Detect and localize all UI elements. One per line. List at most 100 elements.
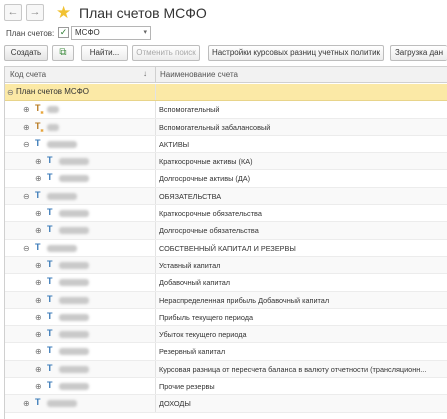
account-type-icon: Тн xyxy=(35,120,44,134)
expand-icon[interactable]: ⊕ xyxy=(35,278,42,287)
expand-icon[interactable]: ⊕ xyxy=(35,382,42,391)
account-type-icon: Т xyxy=(47,345,53,356)
account-name: Краткосрочные обязательства xyxy=(159,209,262,219)
account-type-icon: Т xyxy=(47,293,53,304)
column-divider xyxy=(155,239,156,256)
table-row[interactable]: ⊕ Т ДОХОДЫ xyxy=(5,395,447,413)
expand-icon[interactable]: ⊕ xyxy=(35,226,42,235)
table-row[interactable]: ⊖ Т СОБСТВЕННЫЙ КАПИТАЛ И РЕЗЕРВЫ xyxy=(5,239,447,257)
arrow-right-icon: → xyxy=(29,6,41,18)
column-header-code[interactable]: Код счета xyxy=(10,70,46,79)
account-code-redacted xyxy=(59,365,89,373)
page-title: План счетов МСФО xyxy=(79,5,207,21)
account-name: Прибыль текущего периода xyxy=(159,312,254,322)
table-row[interactable]: ⊕ Т Прочие резервы xyxy=(5,378,447,396)
table-row[interactable]: ⊕ Т Нераспределенная прибыль Добавочный ка… xyxy=(5,291,447,309)
account-name: Добавочный капитал xyxy=(159,278,231,288)
expand-icon[interactable]: ⊕ xyxy=(35,261,42,270)
table-row[interactable]: ⊕ Т Добавочный капитал xyxy=(5,274,447,292)
account-code-redacted xyxy=(47,244,77,252)
expand-icon[interactable]: ⊕ xyxy=(35,330,42,339)
account-code-redacted xyxy=(47,106,59,114)
column-divider xyxy=(155,308,156,326)
table-row-root[interactable]: ⊖ План счетов МСФО xyxy=(5,84,447,102)
account-code-redacted xyxy=(47,400,77,408)
collapse-icon[interactable]: ⊖ xyxy=(23,140,30,149)
expand-icon[interactable]: ⊕ xyxy=(23,123,30,132)
checkmark-icon: ✓ xyxy=(59,27,68,37)
account-type-icon: Т xyxy=(35,397,41,408)
chart-of-accounts-select[interactable]: МСФО ▾ xyxy=(71,26,151,40)
account-name: Вспомогательный xyxy=(159,105,220,115)
column-divider xyxy=(155,187,156,205)
account-code-redacted xyxy=(59,296,89,304)
sort-down-icon[interactable]: ↓ xyxy=(143,69,147,78)
expand-icon[interactable]: ⊕ xyxy=(35,313,42,322)
account-type-icon: Тн xyxy=(35,103,44,117)
table-row[interactable]: ⊕ Т Резервный капитал xyxy=(5,343,447,361)
create-button[interactable]: Создать xyxy=(4,45,48,61)
find-button[interactable]: Найти... xyxy=(81,45,128,61)
table-row[interactable]: ⊕ Т Прибыль текущего периода xyxy=(5,308,447,327)
collapse-icon[interactable]: ⊖ xyxy=(23,192,30,201)
arrow-left-icon: ← xyxy=(7,6,19,18)
table-row[interactable]: ⊖ Т АКТИВЫ xyxy=(5,135,447,154)
table-body: ⊖ План счетов МСФО ⊕ Тн Вспомогательный ⊕ Тн… xyxy=(5,84,447,413)
account-name: Вспомогательный забалансовый xyxy=(159,122,271,132)
collapse-icon[interactable]: ⊖ xyxy=(7,88,14,97)
expand-icon[interactable]: ⊕ xyxy=(35,296,42,305)
account-type-icon: Т xyxy=(35,241,41,252)
table-header: Код счета ↓ Наименование счета xyxy=(5,67,447,83)
chevron-down-icon: ▾ xyxy=(143,29,147,36)
table-row[interactable]: ⊕ Т Уставный капитал xyxy=(5,256,447,275)
table-row[interactable]: ⊕ Т Курсовая разница от пересчета баланса … xyxy=(5,360,447,379)
table-row[interactable]: ⊕ Т Долгосрочные активы (ДА) xyxy=(5,170,447,188)
column-divider xyxy=(155,84,156,101)
chart-of-accounts-label: План счетов: xyxy=(6,29,55,38)
account-code-redacted xyxy=(59,261,89,269)
table-row[interactable]: ⊕ Т Долгосрочные обязательства xyxy=(5,222,447,240)
account-name: Резервный капитал xyxy=(159,347,226,357)
account-code-redacted xyxy=(59,313,89,321)
account-code-redacted xyxy=(59,331,89,339)
column-divider xyxy=(155,343,156,360)
account-name: ДОХОДЫ xyxy=(159,399,191,409)
table-row[interactable]: ⊕ Т Убыток текущего периода xyxy=(5,326,447,344)
filter-checkbox[interactable]: ✓ xyxy=(58,27,69,38)
table-row[interactable]: ⊖ Т ОБЯЗАТЕЛЬСТВА xyxy=(5,187,447,206)
account-name: Прочие резервы xyxy=(159,382,215,392)
expand-icon[interactable]: ⊕ xyxy=(35,365,42,374)
column-divider[interactable] xyxy=(155,67,156,83)
table-row[interactable]: ⊕ Т Краткосрочные обязательства xyxy=(5,205,447,223)
account-code-redacted xyxy=(59,175,89,183)
table-row[interactable]: ⊕ Тн Вспомогательный xyxy=(5,101,447,119)
currency-settings-button[interactable]: Настройки курсовых разниц учетных полити… xyxy=(208,45,384,61)
table-row[interactable]: ⊕ Т Краткосрочные активы (КА) xyxy=(5,153,447,171)
back-button[interactable]: ← xyxy=(4,4,22,21)
account-type-icon: Т xyxy=(35,189,41,200)
expand-icon[interactable]: ⊕ xyxy=(35,174,42,183)
expand-icon[interactable]: ⊕ xyxy=(35,209,42,218)
expand-icon[interactable]: ⊕ xyxy=(35,157,42,166)
expand-icon[interactable]: ⊕ xyxy=(35,347,42,356)
load-button[interactable]: Загрузка дан xyxy=(390,45,447,61)
account-name: Долгосрочные обязательства xyxy=(159,226,259,236)
copy-button[interactable]: ⧉ xyxy=(52,45,74,61)
column-divider xyxy=(155,274,156,291)
table-row[interactable]: ⊕ Тн Вспомогательный забалансовый xyxy=(5,118,447,136)
cancel-search-button[interactable]: Отменить поиск xyxy=(132,45,200,61)
account-code-redacted xyxy=(59,158,89,166)
account-code-redacted xyxy=(47,123,59,131)
toolbar: Создать ⧉ Найти... Отменить поиск Настро… xyxy=(0,45,447,63)
expand-icon[interactable]: ⊕ xyxy=(23,105,30,114)
collapse-icon[interactable]: ⊖ xyxy=(23,244,30,253)
account-code-redacted xyxy=(59,383,89,391)
favorite-star-icon[interactable]: ★ xyxy=(56,3,71,23)
expand-icon[interactable]: ⊕ xyxy=(23,399,30,408)
forward-button[interactable]: → xyxy=(26,4,44,21)
account-name: Краткосрочные активы (КА) xyxy=(159,157,253,167)
column-header-name[interactable]: Наименование счета xyxy=(160,70,238,79)
account-name: СОБСТВЕННЫЙ КАПИТАЛ И РЕЗЕРВЫ xyxy=(159,243,296,253)
account-type-icon: Т xyxy=(47,276,53,287)
column-divider xyxy=(155,326,156,343)
